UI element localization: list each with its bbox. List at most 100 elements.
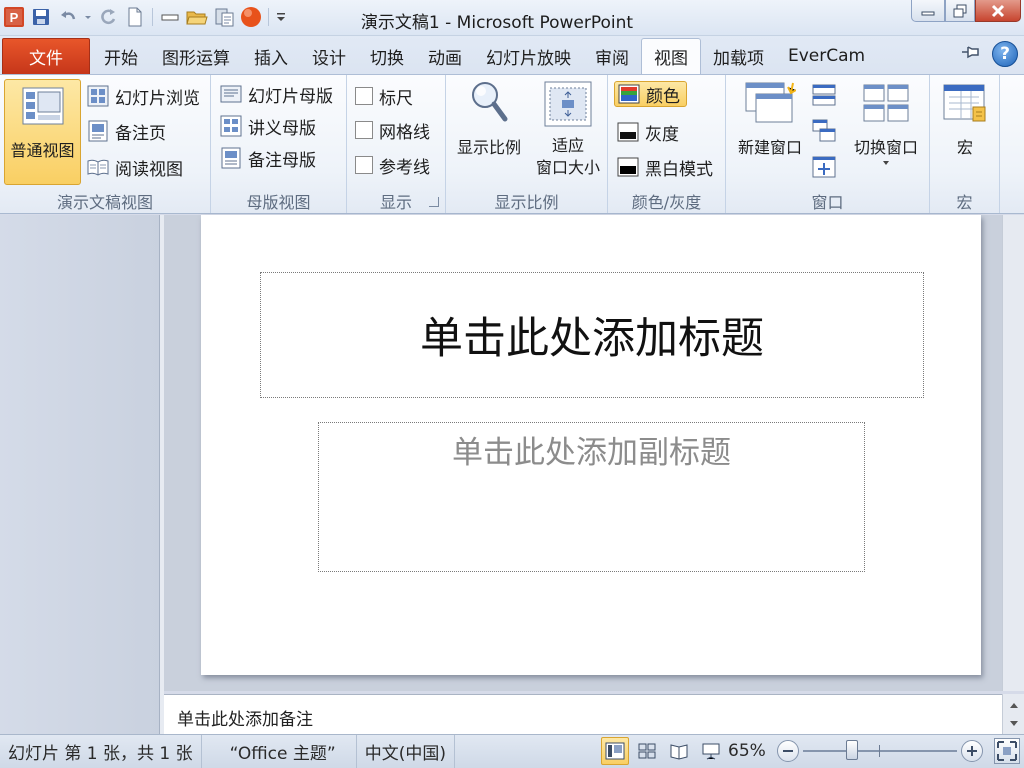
zoom-slider-center-tick xyxy=(879,745,880,757)
ribbon-tabs: 开始 图形运算 插入 设计 切换 动画 幻灯片放映 审阅 视图 加载项 Ever… xyxy=(92,38,877,74)
grayscale-label: 灰度 xyxy=(645,124,679,145)
gridlines-checkbox-box[interactable] xyxy=(355,121,373,139)
group-zoom: 显示比例 适应 窗口大小 显示比例 xyxy=(446,75,608,213)
black-white-icon xyxy=(617,157,639,177)
zoom-slider-thumb[interactable] xyxy=(846,740,858,760)
notes-page-icon xyxy=(88,120,108,142)
grayscale-button[interactable]: 灰度 xyxy=(617,119,679,145)
slide-vertical-scrollbar[interactable] xyxy=(1002,215,1024,691)
zoom-slider-track[interactable] xyxy=(803,750,957,752)
status-bar: 幻灯片 第 1 张，共 1 张 “Office 主题” 中文(中国) 65% xyxy=(0,734,1024,768)
title-bar: P 演示文稿1 - Microsoft PowerPoint xyxy=(0,0,1024,36)
tab-insert[interactable]: 插入 xyxy=(242,38,300,74)
ruler-checkbox[interactable]: 标尺 xyxy=(355,83,413,109)
new-window-label: 新建窗口 xyxy=(737,138,802,157)
minimize-button[interactable] xyxy=(911,0,945,22)
tab-animations[interactable]: 动画 xyxy=(416,38,474,74)
reading-view-icon xyxy=(87,159,109,176)
tab-review[interactable]: 审阅 xyxy=(583,38,641,74)
notes-page-button[interactable]: 备注页 xyxy=(87,118,166,144)
group-label: 窗口 xyxy=(811,193,844,212)
cascade-icon[interactable] xyxy=(812,119,836,147)
close-button[interactable] xyxy=(975,0,1021,22)
slide-master-button[interactable]: 幻灯片母版 xyxy=(220,81,333,107)
tab-shape-operations[interactable]: 图形运算 xyxy=(150,38,242,74)
handout-master-label: 讲义母版 xyxy=(248,118,316,139)
tab-slide-show[interactable]: 幻灯片放映 xyxy=(474,38,583,74)
move-split-icon[interactable] xyxy=(812,155,836,183)
tab-design[interactable]: 设计 xyxy=(300,38,358,74)
macros-icon xyxy=(943,84,986,122)
group-color-grayscale: 颜色 灰度 黑白模式 颜色/灰度 xyxy=(608,75,726,213)
pin-ribbon-icon[interactable] xyxy=(960,44,982,64)
group-label: 颜色/灰度 xyxy=(631,193,702,212)
title-placeholder[interactable]: 单击此处添加标题 xyxy=(260,272,924,398)
new-window-button[interactable]: 新建窗口 xyxy=(730,79,810,159)
language-status[interactable]: 中文(中国) xyxy=(357,734,455,768)
help-icon[interactable]: ? xyxy=(992,41,1018,67)
switch-windows-dropdown-icon xyxy=(883,161,889,165)
tab-file[interactable]: 文件 xyxy=(2,38,90,74)
fit-to-window-label-2: 窗口大小 xyxy=(535,158,600,177)
tab-view[interactable]: 视图 xyxy=(641,38,701,74)
notes-master-icon xyxy=(221,147,241,169)
zoom-out-icon[interactable] xyxy=(777,740,799,762)
restore-button[interactable] xyxy=(945,0,975,22)
subtitle-placeholder[interactable]: 单击此处添加副标题 xyxy=(318,422,865,572)
reading-view-button[interactable]: 阅读视图 xyxy=(87,154,183,180)
color-button[interactable]: 颜色 xyxy=(614,81,687,107)
slide-show-shortcut-icon[interactable] xyxy=(697,737,725,765)
guides-checkbox[interactable]: 参考线 xyxy=(355,152,430,178)
arrange-all-icon[interactable] xyxy=(812,83,836,111)
switch-windows-button[interactable]: 切换窗口 xyxy=(844,79,928,167)
theme-status[interactable]: “Office 主题” xyxy=(202,734,357,768)
switch-windows-label: 切换窗口 xyxy=(853,138,918,157)
notes-master-button[interactable]: 备注母版 xyxy=(220,145,316,171)
tab-transitions[interactable]: 切换 xyxy=(358,38,416,74)
notes-scrollbar[interactable] xyxy=(1002,694,1024,734)
guides-label: 参考线 xyxy=(379,157,430,178)
group-window: 新建窗口 切换窗口 窗口 xyxy=(726,75,930,213)
notes-page-label: 备注页 xyxy=(115,123,166,144)
window-controls xyxy=(911,0,1021,22)
gridlines-checkbox[interactable]: 网格线 xyxy=(355,117,430,143)
magnifier-icon xyxy=(472,82,508,122)
fit-to-window-button[interactable]: 适应 窗口大小 xyxy=(528,79,608,179)
slide-master-label: 幻灯片母版 xyxy=(248,86,333,107)
normal-view-label: 普通视图 xyxy=(10,141,75,160)
close-icon xyxy=(991,4,1005,17)
tab-home[interactable]: 开始 xyxy=(92,38,150,74)
group-show: 标尺 网格线 参考线 显示 xyxy=(347,75,446,213)
normal-view-button[interactable]: 普通视图 xyxy=(4,79,81,185)
handout-master-button[interactable]: 讲义母版 xyxy=(220,113,316,139)
fit-to-window-icon xyxy=(544,81,592,127)
reading-view-label: 阅读视图 xyxy=(115,159,183,180)
switch-windows-icon xyxy=(863,84,909,122)
ribbon: 普通视图 幻灯片浏览 备注页 阅读视图 演示文稿视图 幻灯片母版 讲义母版 备注… xyxy=(0,74,1024,214)
slide-sorter-button[interactable]: 幻灯片浏览 xyxy=(87,83,200,109)
zoom-in-icon[interactable] xyxy=(961,740,983,762)
color-icon xyxy=(618,84,640,104)
slide-sorter-shortcut-icon[interactable] xyxy=(633,737,661,765)
ruler-checkbox-box[interactable] xyxy=(355,87,373,105)
normal-view-shortcut-icon[interactable] xyxy=(601,737,629,765)
tab-add-ins[interactable]: 加载项 xyxy=(701,38,776,74)
black-white-button[interactable]: 黑白模式 xyxy=(617,154,713,180)
zoom-level[interactable]: 65% xyxy=(728,741,766,761)
reading-view-shortcut-icon[interactable] xyxy=(665,737,693,765)
ruler-label: 标尺 xyxy=(379,88,413,109)
group-label: 显示比例 xyxy=(494,193,559,212)
macros-button[interactable]: 宏 xyxy=(936,79,994,159)
zoom-button[interactable]: 显示比例 xyxy=(450,79,528,159)
slides-thumbnail-pane[interactable] xyxy=(0,215,160,735)
fit-slide-icon[interactable] xyxy=(994,738,1020,764)
notes-pane[interactable]: 单击此处添加备注 xyxy=(164,694,1002,734)
slide-master-icon xyxy=(220,85,242,103)
guides-checkbox-box[interactable] xyxy=(355,156,373,174)
group-label: 宏 xyxy=(956,193,973,212)
grayscale-icon xyxy=(617,122,639,142)
slide-sorter-icon xyxy=(87,85,109,107)
macros-label: 宏 xyxy=(956,138,973,157)
tab-evercam[interactable]: EverCam xyxy=(776,38,877,74)
show-dialog-launcher-icon[interactable] xyxy=(429,197,439,207)
